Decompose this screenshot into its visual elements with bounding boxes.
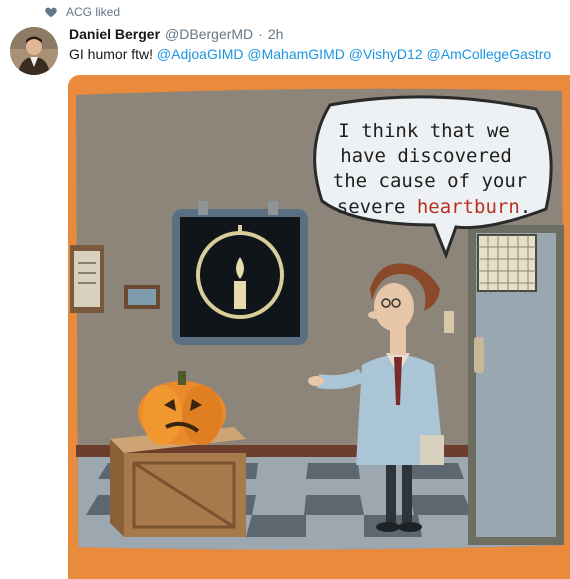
- author-name[interactable]: Daniel Berger: [69, 26, 160, 42]
- tweet-text-prefix: GI humor ftw!: [69, 46, 154, 62]
- mention-link[interactable]: @AdjoaGIMD: [157, 46, 244, 62]
- tweet-timestamp[interactable]: 2h: [268, 26, 284, 42]
- speech-highlight-heartburn: heartburn: [417, 196, 520, 218]
- heart-icon: [45, 7, 57, 18]
- xray-viewer: [172, 201, 308, 345]
- speech-line-1: I think that we: [338, 120, 510, 142]
- speech-line-4-end: .: [520, 196, 531, 218]
- avatar-image: [10, 27, 58, 75]
- wall-certificate: [70, 245, 104, 313]
- social-context[interactable]: ACG liked: [44, 4, 120, 20]
- tweet-media-image[interactable]: I think that we have discovered the caus…: [68, 75, 570, 579]
- social-context-label: ACG liked: [66, 5, 121, 19]
- separator-dot: ·: [258, 26, 263, 42]
- speech-line-4-start: severe: [337, 196, 417, 218]
- cartoon-illustration: I think that we have discovered the caus…: [68, 75, 570, 579]
- mention-link[interactable]: @AmCollegeGastro: [427, 46, 552, 62]
- light-switch: [444, 311, 454, 333]
- avatar[interactable]: [10, 27, 58, 75]
- speech-line-4: severe heartburn.: [337, 196, 531, 218]
- tweet-header: Daniel Berger @DBergerMD · 2h: [69, 26, 283, 42]
- speech-line-2: have discovered: [340, 145, 512, 167]
- speech-line-3: the cause of your: [333, 170, 527, 192]
- mention-link[interactable]: @VishyD12: [349, 46, 423, 62]
- author-handle[interactable]: @DBergerMD: [165, 26, 253, 42]
- office-door: [468, 225, 564, 545]
- tweet-text: GI humor ftw! @AdjoaGIMD @MahamGIMD @Vis…: [69, 45, 551, 63]
- mention-link[interactable]: @MahamGIMD: [247, 46, 344, 62]
